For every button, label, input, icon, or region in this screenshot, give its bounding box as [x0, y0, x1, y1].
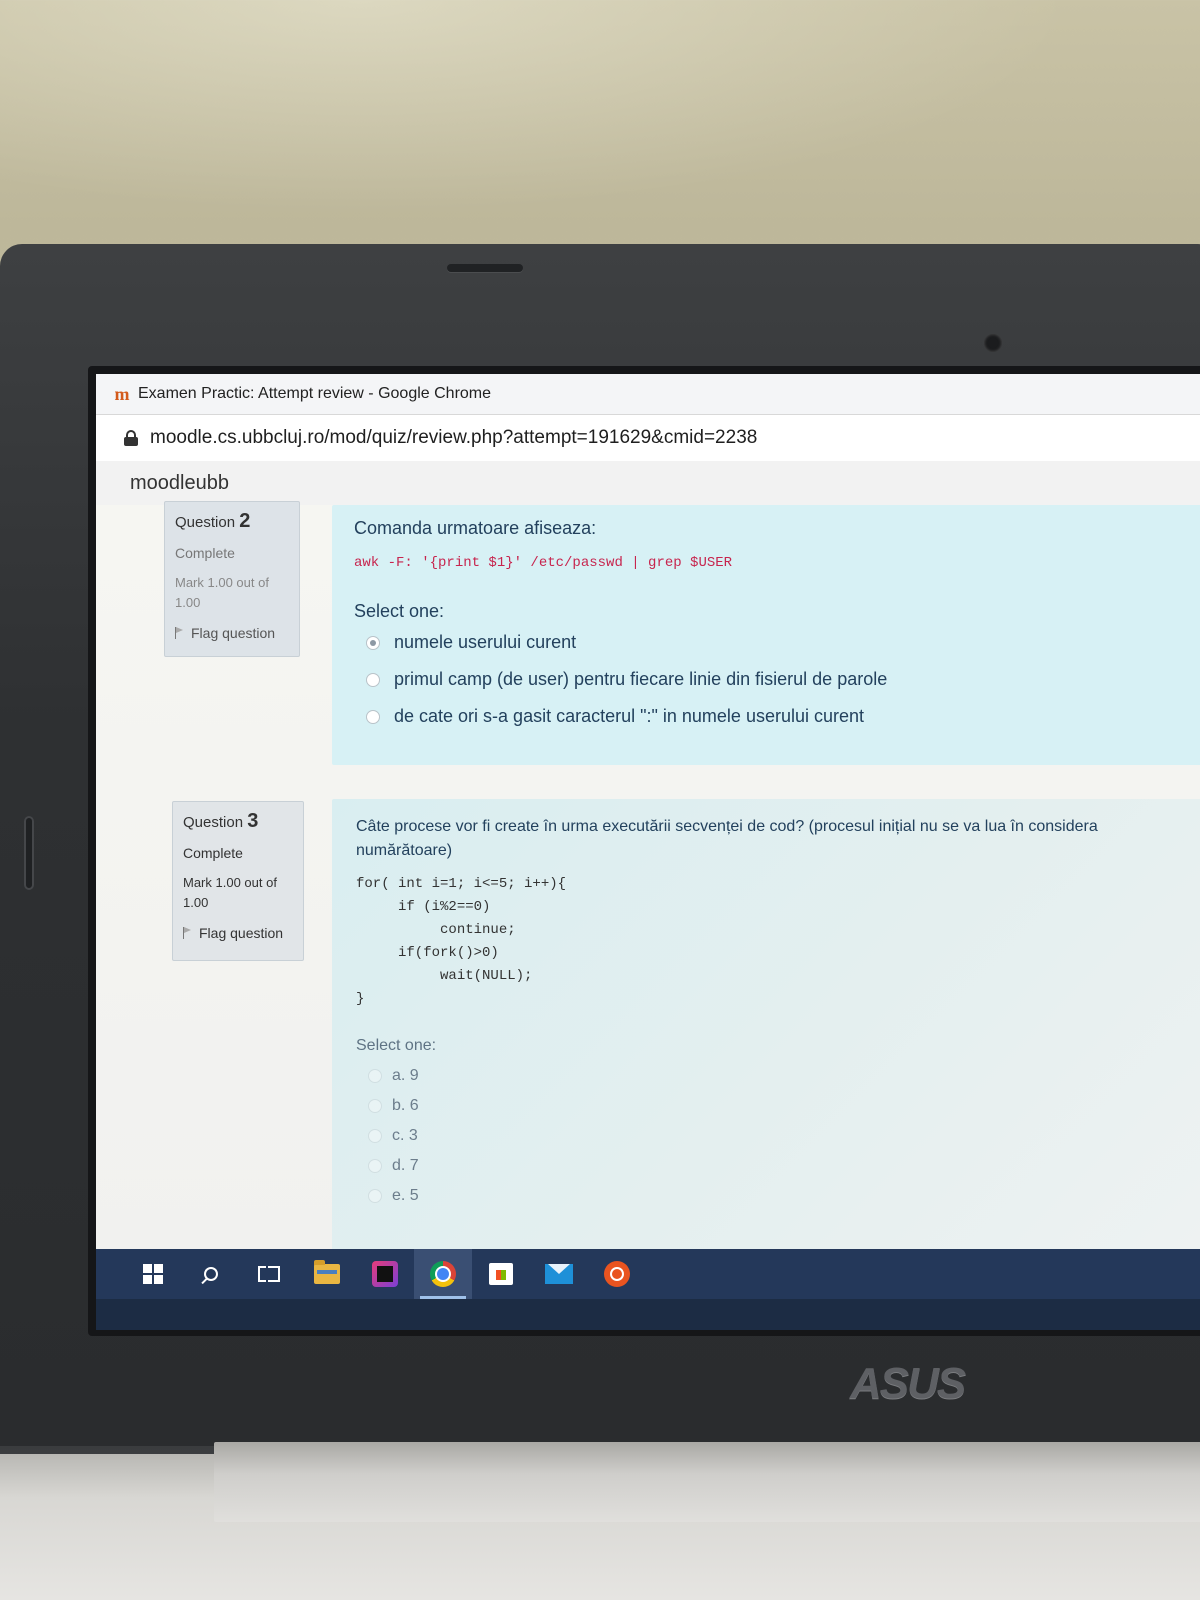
answer-label: b. 6 — [392, 1097, 419, 1114]
windows-taskbar — [96, 1249, 1200, 1330]
question-info-3: Question 3 Complete Mark 1.00 out of 1.0… — [172, 801, 304, 961]
radio-button[interactable] — [368, 1099, 382, 1113]
moodle-logo-icon: m — [114, 384, 130, 404]
question-code-block: for( int i=1; i<=5; i++){ if (i%2==0) co… — [356, 873, 1182, 1011]
file-explorer-button[interactable] — [298, 1249, 356, 1299]
task-view-icon — [258, 1263, 280, 1285]
ide-button[interactable] — [356, 1249, 414, 1299]
answer-label: numele userului curent — [394, 632, 577, 652]
answer-option[interactable]: numele userului curent — [366, 632, 1184, 653]
answer-option[interactable]: de cate ori s-a gasit caracterul ":" in … — [366, 706, 1184, 727]
code-line: } — [356, 991, 365, 1007]
answer-label: d. 7 — [392, 1157, 419, 1174]
browser-titlebar: m Examen Practic: Attempt review - Googl… — [96, 374, 1200, 414]
laptop-brand-logo: ASUS — [850, 1359, 966, 1408]
code-line: for( int i=1; i<=5; i++){ — [356, 876, 567, 892]
screen: m Examen Practic: Attempt review - Googl… — [96, 374, 1200, 1330]
search-button[interactable] — [182, 1249, 240, 1299]
mail-button[interactable] — [530, 1249, 588, 1299]
radio-button[interactable] — [366, 709, 380, 724]
answer-list: a. 9 b. 6 c. 3 d. 7 e. 5 — [356, 1067, 1182, 1205]
chrome-icon — [430, 1261, 456, 1287]
ubuntu-icon — [604, 1261, 630, 1287]
answer-label: e. 5 — [392, 1187, 419, 1204]
answer-label: primul camp (de user) pentru fiecare lin… — [394, 669, 888, 689]
question-info-2: Question 2 Complete Mark 1.00 out of 1.0… — [164, 501, 300, 657]
start-button[interactable] — [124, 1249, 182, 1299]
flag-icon — [175, 627, 185, 639]
webcam — [984, 334, 1002, 352]
radio-button[interactable] — [368, 1159, 382, 1173]
quiz-review-content: Question 2 Complete Mark 1.00 out of 1.0… — [96, 501, 1200, 1255]
code-line: wait(NULL); — [356, 968, 533, 984]
search-icon — [204, 1267, 218, 1281]
lid-notch — [447, 264, 523, 272]
answer-option[interactable]: d. 7 — [368, 1157, 1182, 1175]
flag-icon — [183, 927, 193, 939]
taskbar-strip — [96, 1249, 1200, 1299]
radio-button[interactable] — [366, 672, 380, 687]
answer-option[interactable]: a. 9 — [368, 1067, 1182, 1085]
answer-option[interactable]: e. 5 — [368, 1187, 1182, 1205]
question-text: Comanda urmatoare afiseaza: — [354, 518, 597, 538]
question-formulation-2: Comanda urmatoare afiseaza: awk -F: '{pr… — [332, 505, 1200, 765]
site-navbar: moodleubb — [96, 461, 1200, 506]
address-bar[interactable]: moodle.cs.ubbcluj.ro/mod/quiz/review.php… — [96, 414, 1200, 462]
task-view-button[interactable] — [240, 1249, 298, 1299]
site-brand-link[interactable]: moodleubb — [130, 472, 229, 495]
radio-button[interactable] — [366, 635, 380, 650]
ide-icon — [372, 1261, 398, 1287]
answer-option[interactable]: b. 6 — [368, 1097, 1182, 1115]
radio-button[interactable] — [368, 1129, 382, 1143]
lock-icon[interactable] — [124, 430, 138, 446]
select-one-label: Select one: — [356, 1037, 437, 1054]
question-state: Complete — [183, 845, 243, 861]
question-number-label: Question 2 — [175, 510, 251, 532]
answer-label: a. 9 — [392, 1067, 419, 1084]
answer-label: c. 3 — [392, 1127, 418, 1144]
select-one-label: Select one: — [354, 601, 445, 621]
question-text: Câte procese vor fi create în urma execu… — [356, 818, 1098, 859]
code-line: if(fork()>0) — [356, 945, 499, 961]
windows-start-icon — [143, 1264, 163, 1284]
chrome-button[interactable] — [414, 1249, 472, 1299]
ubuntu-button[interactable] — [588, 1249, 646, 1299]
radio-button[interactable] — [368, 1069, 382, 1083]
question-number-label: Question 3 — [183, 810, 259, 832]
url-text[interactable]: moodle.cs.ubbcluj.ro/mod/quiz/review.php… — [150, 427, 757, 449]
answer-option[interactable]: primul camp (de user) pentru fiecare lin… — [366, 669, 1184, 690]
code-line: if (i%2==0) — [356, 899, 491, 915]
flag-question-link[interactable]: Flag question — [175, 623, 289, 643]
store-button[interactable] — [472, 1249, 530, 1299]
question-mark: Mark 1.00 out of 1.00 — [183, 875, 277, 910]
question-mark: Mark 1.00 out of 1.00 — [175, 575, 269, 610]
window-title: Examen Practic: Attempt review - Google … — [138, 385, 492, 402]
question-number: 2 — [239, 510, 251, 532]
question-number: 3 — [247, 810, 259, 832]
wall-background — [0, 0, 1200, 250]
answer-list: numele userului curent primul camp (de us… — [354, 632, 1184, 727]
code-line: continue; — [356, 922, 516, 938]
flag-question-link[interactable]: Flag question — [183, 923, 293, 943]
side-indicator — [24, 816, 34, 890]
answer-option[interactable]: c. 3 — [368, 1127, 1182, 1145]
file-explorer-icon — [314, 1260, 340, 1284]
laptop-hinge — [214, 1442, 1200, 1522]
store-icon — [489, 1263, 513, 1285]
answer-label: de cate ori s-a gasit caracterul ":" in … — [394, 706, 865, 726]
question-formulation-3: Câte procese vor fi create în urma execu… — [332, 799, 1200, 1255]
question-code: awk -F: '{print $1}' /etc/passwd | grep … — [354, 555, 733, 571]
radio-button[interactable] — [368, 1189, 382, 1203]
mail-icon — [545, 1264, 573, 1284]
question-state: Complete — [175, 545, 235, 561]
